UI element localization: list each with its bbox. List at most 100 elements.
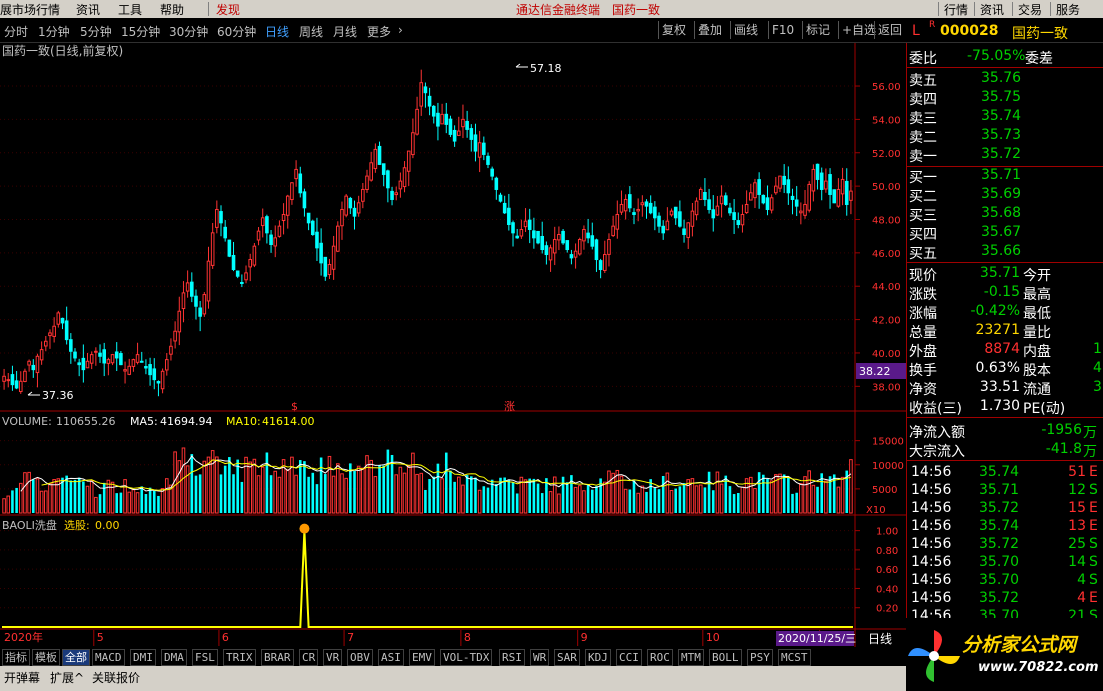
indicator-tab[interactable]: WR <box>530 649 550 666</box>
tick-price: 35.70 <box>979 572 1020 588</box>
indicator-tab[interactable]: 指标 <box>2 649 30 666</box>
related-quotes[interactable]: 关联报价 <box>92 669 140 686</box>
period-tab[interactable]: 30分钟 <box>169 23 208 40</box>
indicator-tab[interactable]: 模板 <box>32 649 60 666</box>
volume-bar <box>31 479 35 513</box>
ask-price: 35.72 <box>981 146 1022 162</box>
indicator-tab[interactable]: TRIX <box>223 649 256 666</box>
volume-bar <box>127 491 132 514</box>
volume-bar <box>340 473 344 514</box>
quote-row: 买四 35.67 <box>907 224 1103 243</box>
indicator-tab[interactable]: FSL <box>192 649 218 666</box>
indicator-tab[interactable]: VR <box>323 649 343 666</box>
candle-body <box>465 120 469 130</box>
menu-service[interactable]: 服务 <box>1056 1 1080 18</box>
menu-quotes[interactable]: 行情 <box>944 1 968 18</box>
indicator-tab[interactable]: EMV <box>409 649 435 666</box>
menu-tools[interactable]: 工具 <box>118 1 142 18</box>
indicator-tab[interactable]: ASI <box>378 649 404 666</box>
volume-bar <box>703 487 707 513</box>
candle-body <box>477 142 482 158</box>
tick-time: 14:56 <box>911 482 952 498</box>
indicator-tab[interactable]: PSY <box>747 649 773 666</box>
tick-volume: 15 <box>1068 500 1086 516</box>
indicator-tab[interactable]: DMI <box>130 649 156 666</box>
period-more[interactable]: 更多 <box>367 23 391 40</box>
period-tab[interactable]: 60分钟 <box>217 23 256 40</box>
volume-bar <box>456 476 461 514</box>
volume-bar <box>548 491 553 514</box>
indicator-tab[interactable]: CR <box>299 649 319 666</box>
period-tab-active[interactable]: 日线 <box>265 23 289 40</box>
stock-chart[interactable]: 56.0054.0052.0050.0048.0046.0044.0042.00… <box>0 43 906 647</box>
menu-info[interactable]: 资讯 <box>980 1 1004 18</box>
period-tab[interactable]: 5分钟 <box>80 23 112 40</box>
indicator-tab[interactable]: RSI <box>499 649 525 666</box>
candle-body <box>248 259 253 268</box>
menu-discover[interactable]: 发现 <box>216 1 240 18</box>
indicator-tab[interactable]: MTM <box>678 649 704 666</box>
period-tab[interactable]: 15分钟 <box>121 23 160 40</box>
extend-toggle[interactable]: 扩展^ <box>50 669 84 686</box>
timeline-month: 8 <box>464 631 471 644</box>
indicator-tab[interactable]: BOLL <box>709 649 742 666</box>
danmaku-toggle[interactable]: 开弹幕 <box>4 669 40 686</box>
candle-body <box>315 231 319 249</box>
add-watchlist-button[interactable]: +自选 <box>838 21 879 39</box>
candle-body <box>740 213 745 226</box>
indicator-tab[interactable]: MCST <box>778 649 811 666</box>
candle-body <box>352 207 357 217</box>
menu-market[interactable]: 展市场行情 <box>0 1 60 18</box>
indicator-tab[interactable]: SAR <box>554 649 580 666</box>
stat-label: 涨跌 <box>909 287 937 303</box>
candle-body <box>390 190 394 200</box>
period-tab[interactable]: 周线 <box>299 23 323 40</box>
current-price-tag: 38.22 <box>859 365 891 378</box>
candle-body <box>732 212 736 220</box>
indicator-tab[interactable]: OBV <box>347 649 373 666</box>
menu-help[interactable]: 帮助 <box>160 1 184 18</box>
indicator-tab[interactable]: BRAR <box>261 649 294 666</box>
volume-bar <box>449 470 452 513</box>
indicator-tab[interactable]: ROC <box>647 649 673 666</box>
period-tab[interactable]: 1分钟 <box>38 23 70 40</box>
menu-trade[interactable]: 交易 <box>1018 1 1042 18</box>
tick-price: 35.72 <box>979 590 1020 606</box>
chevron-right-icon[interactable]: › <box>398 23 403 37</box>
menu-news[interactable]: 资讯 <box>76 1 100 18</box>
f10-button[interactable]: F10 <box>768 21 797 39</box>
stat-value-2: 4 <box>1093 360 1102 376</box>
indicator-tab[interactable]: DMA <box>161 649 187 666</box>
volume-bar <box>615 469 620 514</box>
indicator-tab[interactable]: CCI <box>616 649 642 666</box>
restore-rights-button[interactable]: 复权 <box>658 21 689 39</box>
candle-body <box>573 250 578 258</box>
indicator-tab[interactable]: VOL-TDX <box>440 649 493 666</box>
volume-bar <box>465 475 469 513</box>
candle-body <box>89 354 94 364</box>
candle-body <box>310 220 315 236</box>
candle-body <box>185 282 190 292</box>
indicator-tab[interactable]: KDJ <box>585 649 611 666</box>
candle-body <box>119 353 123 366</box>
candle-body <box>807 183 811 211</box>
low-label: 37.36 <box>42 389 74 402</box>
flow-label: 大宗流入 <box>909 444 965 460</box>
overlay-button[interactable]: 叠加 <box>694 21 725 39</box>
price-tick-label: 48.00 <box>872 215 901 226</box>
candle-body <box>411 132 415 156</box>
candle-body <box>102 349 106 364</box>
draw-line-button[interactable]: 画线 <box>730 21 761 39</box>
back-button[interactable]: 返回 <box>874 21 905 39</box>
candle-body <box>640 202 645 206</box>
period-tab[interactable]: 月线 <box>333 23 357 40</box>
indicator-tab[interactable]: 全部 <box>62 649 90 666</box>
candle-body <box>749 192 753 201</box>
volume-tick-label: 10000 <box>872 461 904 472</box>
high-label: 57.18 <box>530 62 562 75</box>
period-tab[interactable]: 分时 <box>4 23 28 40</box>
candle-body <box>561 230 565 244</box>
candle-body <box>427 95 432 107</box>
indicator-tab[interactable]: MACD <box>92 649 125 666</box>
mark-button[interactable]: 标记 <box>802 21 833 39</box>
